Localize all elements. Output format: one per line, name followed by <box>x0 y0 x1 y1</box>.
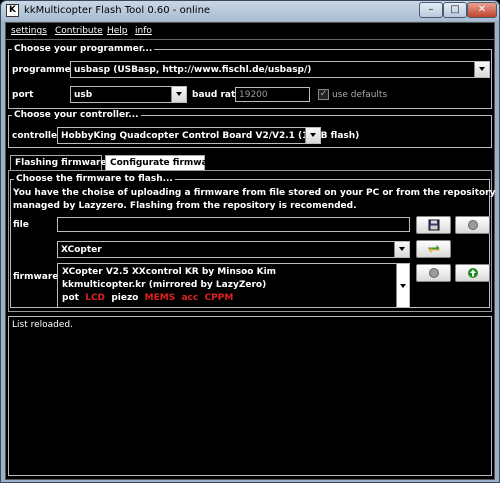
green-arrow-icon <box>467 268 478 278</box>
controller-select[interactable]: HobbyKing Quadcopter Control Board V2/V2… <box>57 127 359 144</box>
log-text: List reloaded. <box>12 320 73 330</box>
gray-circle-icon <box>428 268 439 278</box>
firmware-name: XCopter V2.5 XXcontrol KR by Minsoo Kim <box>62 267 277 277</box>
flash-description-line1: You have the choise of uploading a firmw… <box>13 188 496 198</box>
port-select[interactable]: usb <box>70 86 187 103</box>
file-status-button[interactable] <box>455 216 490 234</box>
chevron-down-icon[interactable] <box>474 62 489 77</box>
file-label: file <box>13 220 29 230</box>
refresh-arrows-icon <box>428 245 439 253</box>
app-window: K kkMulticopter Flash Tool 0.60 - online… <box>0 0 500 483</box>
controller-group: Choose your controller... controller Hob… <box>8 110 492 148</box>
firmware-select[interactable]: XCopter <box>57 241 410 258</box>
minimize-button[interactable]: – <box>419 2 443 18</box>
floppy-disk-icon <box>428 219 439 231</box>
title-bar[interactable]: K kkMulticopter Flash Tool 0.60 - online… <box>1 1 499 21</box>
programmer-legend: Choose your programmer... <box>12 44 155 54</box>
firmware-label: firmware <box>13 272 59 282</box>
firmware-details-list[interactable]: XCopter V2.5 XXcontrol KR by Minsoo Kim … <box>57 263 410 308</box>
feature-tag: pot <box>62 293 79 303</box>
browse-file-button[interactable] <box>416 216 451 234</box>
feature-tag: CPPM <box>204 293 234 303</box>
controller-label: controller <box>12 131 62 141</box>
refresh-list-button[interactable] <box>416 240 451 258</box>
firmware-group: Choose the firmware to flash... You have… <box>10 174 495 308</box>
tab-content-flashing: Choose the firmware to flash... You have… <box>8 170 495 312</box>
maximize-button[interactable]: □ <box>443 2 467 18</box>
port-select-value: usb <box>74 90 93 100</box>
feature-tag: MEMS <box>144 293 176 303</box>
list-scrollbar[interactable] <box>396 264 409 307</box>
programmer-group: Choose your programmer... programmer usb… <box>8 44 492 109</box>
programmer-label: programmer <box>12 65 76 75</box>
chevron-down-icon[interactable] <box>394 242 409 257</box>
baud-rate-label: baud rate <box>192 90 242 100</box>
log-output[interactable]: List reloaded. <box>8 316 492 476</box>
menu-help[interactable]: Help <box>107 26 128 36</box>
app-icon: K <box>6 4 19 17</box>
firmware-select-value: XCopter <box>61 245 102 255</box>
feature-tag: LCD <box>85 293 106 303</box>
feature-tag: acc <box>181 293 199 303</box>
flash-description-line2: managed by Lazyzero. Flashing from the r… <box>13 201 357 211</box>
feature-tag: piezo <box>111 293 139 303</box>
programmer-select-value: usbasp (USBasp, http://www.fischl.de/usb… <box>74 65 312 75</box>
firmware-status-button[interactable] <box>416 264 451 282</box>
window-title: kkMulticopter Flash Tool 0.60 - online <box>24 5 211 16</box>
controller-legend: Choose your controller... <box>12 110 141 120</box>
file-path-input[interactable] <box>57 217 410 232</box>
port-label: port <box>12 90 34 100</box>
menu-settings[interactable]: settings <box>11 26 47 36</box>
menu-bar: settings Contribute Help info <box>6 23 494 40</box>
menu-info[interactable]: info <box>135 26 152 36</box>
tab-flashing-firmware[interactable]: Flashing firmware <box>10 155 107 170</box>
baud-rate-input[interactable]: 19200 <box>235 87 310 102</box>
firmware-features: pot LCD piezo MEMS acc CPPM <box>62 293 233 303</box>
firmware-source: kkmulticopter.kr (mirrored by LazyZero) <box>62 280 267 290</box>
flash-firmware-button[interactable] <box>455 264 490 282</box>
chevron-down-icon[interactable] <box>171 87 186 102</box>
menu-contribute[interactable]: Contribute <box>55 26 103 36</box>
use-defaults-label: use defaults <box>332 90 388 100</box>
firmware-legend: Choose the firmware to flash... <box>14 174 175 184</box>
gray-circle-icon <box>467 220 478 230</box>
close-button[interactable]: ✕ <box>467 2 497 18</box>
main-panel: settings Contribute Help info Choose you… <box>5 22 495 480</box>
tab-configurate-firmware[interactable]: Configurate firmware <box>105 155 218 170</box>
close-icon: ✕ <box>477 4 487 15</box>
programmer-select[interactable]: usbasp (USBasp, http://www.fischl.de/usb… <box>70 61 490 78</box>
use-defaults-checkbox[interactable]: ✓ <box>318 89 329 100</box>
maximize-icon: □ <box>450 4 460 15</box>
minimize-icon: – <box>428 4 434 15</box>
chevron-down-icon[interactable] <box>305 128 320 143</box>
